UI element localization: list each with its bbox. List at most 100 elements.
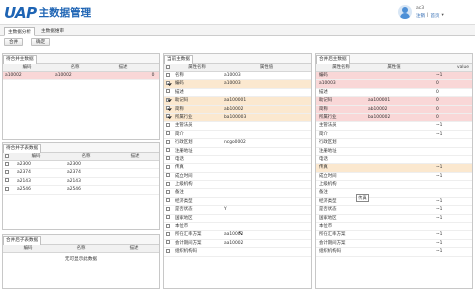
table-row[interactable]: 所属行业 ba100002 0 [316, 113, 472, 123]
table-row[interactable]: 简称 ab10002 [164, 105, 311, 114]
row-checkbox[interactable] [166, 139, 170, 144]
table-row[interactable]: 主管法员 ~1 [316, 122, 472, 131]
table-row[interactable]: 电话 [164, 156, 311, 165]
table-row[interactable]: a2143 a2143 [3, 178, 159, 187]
column-header[interactable]: 描述 [109, 245, 159, 252]
table-row[interactable]: a10002 a10002 0 [3, 72, 159, 81]
table-row[interactable]: 会计期间方案 ~1 [316, 240, 472, 249]
column-header[interactable]: 编码 [3, 64, 51, 71]
column-header[interactable]: 名称 [61, 153, 111, 160]
table-row[interactable]: 备注 [164, 189, 311, 198]
row-checkbox[interactable] [166, 248, 170, 253]
table-row[interactable]: 备注 [316, 189, 472, 198]
chevron-down-icon[interactable]: ▾ [442, 13, 444, 19]
table-row[interactable]: 简称 ab10002 0 [316, 105, 472, 114]
row-checkbox[interactable] [166, 80, 170, 85]
table-row[interactable]: 描述 0 [316, 89, 472, 98]
table-row[interactable]: 经济类型 ~1 [316, 198, 472, 207]
row-checkbox[interactable] [166, 106, 170, 111]
home-link[interactable]: 首页 [431, 13, 440, 19]
row-checkbox[interactable] [166, 206, 170, 211]
table-row[interactable]: a2374 a2374 [3, 169, 159, 178]
table-row[interactable]: 行政区划 [316, 139, 472, 148]
table-row[interactable]: 成立时间 [164, 173, 311, 182]
table-row[interactable]: 国家地区 ~1 [316, 215, 472, 224]
row-checkbox[interactable] [5, 178, 9, 183]
column-header[interactable]: 属性名称 [172, 64, 222, 71]
row-checkbox[interactable] [166, 72, 170, 77]
table-row[interactable]: 是否状态 ~1 [316, 206, 472, 215]
logout-link[interactable]: 注销 [416, 13, 425, 19]
table-row[interactable]: 简介 [164, 131, 311, 140]
column-header[interactable]: 描述 [111, 153, 159, 160]
column-header[interactable]: value [422, 64, 472, 71]
row-checkbox[interactable] [5, 186, 9, 191]
table-row[interactable]: 会计期间方案 aa10002 [164, 240, 311, 249]
row-checkbox[interactable] [166, 156, 170, 161]
table-row[interactable]: a2300 a2300 [3, 161, 159, 170]
table-row[interactable]: 国家地区 [164, 215, 311, 224]
table-row[interactable]: 注册地址 [316, 148, 472, 156]
table-row[interactable]: 注册地址 [164, 148, 311, 156]
table-row[interactable]: a2546 a2546 [3, 186, 159, 195]
row-checkbox[interactable] [166, 131, 170, 136]
cell-attr-name: 主管法员 [175, 123, 193, 129]
table-row[interactable]: 是否状态 Y [164, 206, 311, 215]
table-row[interactable]: 电话 [316, 156, 472, 165]
table-row[interactable]: 本位币 [316, 223, 472, 232]
table-row[interactable]: 组织机构码 ~1 [316, 248, 472, 257]
table-row[interactable]: 描述 [164, 89, 311, 98]
table-row[interactable]: 组织机构码 [164, 248, 311, 257]
column-header[interactable]: 描述 [99, 64, 147, 71]
row-checkbox[interactable] [166, 148, 170, 153]
row-checkbox[interactable] [5, 161, 9, 166]
tab-data-analysis[interactable]: 主数据分析 [4, 27, 35, 36]
table-row[interactable]: 编码 a10003 [164, 80, 311, 89]
table-row[interactable]: 上级机构 [164, 181, 311, 190]
table-row[interactable]: 主管法员 [164, 122, 311, 131]
table-row[interactable]: 成立时间 ~1 [316, 173, 472, 182]
table-row[interactable]: 传真 [164, 164, 311, 173]
table-row[interactable]: 简介 ~1 [316, 131, 472, 140]
table-row[interactable]: 上级机构 [316, 181, 472, 190]
column-header[interactable]: 编码 [11, 153, 61, 160]
cell-attr-name: 是否状态 [175, 207, 193, 213]
column-header[interactable]: 名称 [53, 245, 109, 252]
row-checkbox[interactable] [166, 97, 170, 102]
user-avatar-icon[interactable] [398, 5, 412, 19]
row-checkbox[interactable] [166, 89, 170, 94]
table-row[interactable]: 助记码 aa100001 [164, 97, 311, 106]
table-row[interactable]: 编码 ~1 [316, 72, 472, 81]
table-row[interactable]: 所属行业 ba100003 [164, 113, 311, 123]
column-header[interactable]: 名称 [51, 64, 99, 71]
confirm-button[interactable]: 确定 [31, 38, 51, 46]
column-header[interactable]: 属性名称 [316, 64, 366, 71]
row-checkbox[interactable] [166, 198, 170, 203]
row-checkbox[interactable] [166, 181, 170, 186]
row-checkbox[interactable] [166, 223, 170, 228]
column-header[interactable]: 属性值 [366, 64, 422, 71]
table-row[interactable]: 经济类型 [164, 198, 311, 207]
table-row[interactable]: 名称 a10003 [164, 72, 311, 81]
column-header[interactable]: 编码 [3, 245, 53, 252]
merge-button[interactable]: 合并 [4, 38, 24, 46]
row-checkbox[interactable] [166, 240, 170, 245]
row-checkbox[interactable] [166, 122, 170, 127]
select-all-checkbox[interactable] [5, 153, 9, 158]
table-row[interactable]: 行政区划 ncgo0002 [164, 139, 311, 148]
table-row[interactable]: a10003 0 [316, 80, 472, 89]
row-checkbox[interactable] [5, 169, 9, 174]
row-checkbox[interactable] [166, 114, 170, 119]
row-checkbox[interactable] [166, 189, 170, 194]
column-header[interactable]: 属性值 [222, 64, 311, 71]
row-checkbox[interactable] [166, 231, 170, 236]
row-checkbox[interactable] [166, 164, 170, 169]
tab-data-maintenance[interactable]: 主数据维审 [38, 27, 67, 36]
table-row[interactable]: 传真 ~1 [316, 164, 472, 173]
row-checkbox[interactable] [166, 215, 170, 220]
select-all-checkbox[interactable] [166, 64, 170, 69]
table-row[interactable]: 助记码 aa100001 0 [316, 97, 472, 106]
row-checkbox[interactable] [166, 173, 170, 178]
cell-attr-name: 描述 [319, 89, 328, 95]
table-row[interactable]: 所在汇率方案 ~1 [316, 231, 472, 240]
